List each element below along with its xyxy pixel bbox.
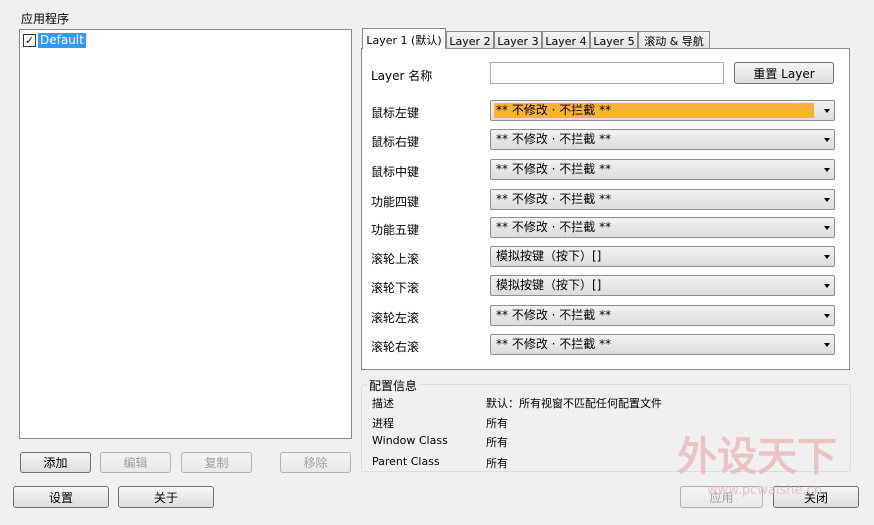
chevron-down-icon	[824, 226, 830, 230]
chevron-down-icon	[824, 284, 830, 288]
checkbox-default[interactable]: ✓	[23, 33, 36, 47]
tab-layer-2[interactable]: Layer 2	[446, 31, 494, 49]
mapping-value: ** 不修改 · 不拦截 **	[496, 337, 612, 351]
tab-layer-3[interactable]: Layer 3	[494, 31, 542, 49]
app-listbox[interactable]: ✓ Default	[19, 29, 352, 439]
mapping-select-button-5[interactable]: ** 不修改 · 不拦截 **	[490, 217, 835, 238]
chevron-down-icon	[824, 255, 830, 259]
mapping-select-wheel-up[interactable]: 模拟按键（按下）[]	[490, 246, 835, 267]
mapping-label-middle-button: 鼠标中键	[371, 165, 420, 179]
chevron-down-icon	[824, 343, 830, 347]
info-value-process: 所有	[486, 417, 508, 430]
chevron-down-icon	[824, 314, 830, 318]
chevron-down-icon	[824, 138, 830, 142]
info-key-parent-class: Parent Class	[372, 455, 440, 468]
info-value-parent-class: 所有	[486, 457, 508, 470]
layer-name-input[interactable]	[490, 62, 724, 84]
mapping-select-left-button[interactable]: ** 不修改 · 不拦截 **	[490, 100, 835, 121]
mapping-label-wheel-down: 滚轮下滚	[371, 281, 420, 295]
mapping-label-button-5: 功能五键	[371, 223, 420, 237]
edit-button[interactable]: 编辑	[100, 452, 171, 473]
mapping-select-wheel-right[interactable]: ** 不修改 · 不拦截 **	[490, 334, 835, 355]
mapping-value: ** 不修改 · 不拦截 **	[496, 132, 612, 146]
watermark-url: www.pcwaishe.cn	[707, 483, 822, 498]
watermark-text: 外设天下	[677, 434, 837, 480]
config-info-title: 配置信息	[367, 377, 420, 394]
chevron-down-icon	[824, 198, 830, 202]
settings-button[interactable]: 设置	[13, 486, 109, 508]
mapping-label-button-4: 功能四键	[371, 195, 420, 209]
mapping-label-left-button: 鼠标左键	[371, 106, 420, 120]
about-button[interactable]: 关于	[118, 486, 214, 508]
app-group-title: 应用程序	[19, 10, 72, 27]
tab-layer-5[interactable]: Layer 5	[590, 31, 638, 49]
mapping-select-button-4[interactable]: ** 不修改 · 不拦截 **	[490, 189, 835, 210]
info-value-window-class: 所有	[486, 436, 508, 449]
mapping-value: ** 不修改 · 不拦截 **	[496, 162, 612, 176]
chevron-down-icon	[824, 109, 830, 113]
info-key-process: 进程	[372, 417, 394, 430]
mapping-label-wheel-up: 滚轮上滚	[371, 252, 420, 266]
info-value-description: 默认：所有视窗不匹配任何配置文件	[486, 397, 662, 410]
info-key-window-class: Window Class	[372, 434, 448, 447]
list-item-label: Default	[38, 32, 86, 48]
mapping-select-wheel-left[interactable]: ** 不修改 · 不拦截 **	[490, 305, 835, 326]
mapping-value: ** 不修改 · 不拦截 **	[496, 308, 612, 322]
tab-scroll-nav[interactable]: 滚动 & 导航	[638, 31, 710, 49]
mapping-select-wheel-down[interactable]: 模拟按键（按下）[]	[490, 275, 835, 296]
mapping-value: 模拟按键（按下）[]	[496, 249, 602, 263]
tab-layer-4[interactable]: Layer 4	[542, 31, 590, 49]
remove-button[interactable]: 移除	[280, 452, 351, 473]
copy-button[interactable]: 复制	[181, 452, 252, 473]
chevron-down-icon	[824, 168, 830, 172]
mapping-label-wheel-left: 滚轮左滚	[371, 311, 420, 325]
info-key-description: 描述	[372, 397, 394, 410]
list-item[interactable]: ✓ Default	[23, 32, 86, 48]
layer-name-label: Layer 名称	[371, 69, 433, 83]
tab-layer-1[interactable]: Layer 1 (默认)	[362, 28, 446, 49]
mapping-select-middle-button[interactable]: ** 不修改 · 不拦截 **	[490, 159, 835, 180]
mapping-value: ** 不修改 · 不拦截 **	[494, 103, 814, 118]
mapping-label-right-button: 鼠标右键	[371, 135, 420, 149]
mapping-label-wheel-right: 滚轮右滚	[371, 340, 420, 354]
watermark-logo: 外设天下 www.pcwaishe.cn	[672, 428, 862, 498]
reset-layer-button[interactable]: 重置 Layer	[734, 62, 834, 84]
mapping-value: ** 不修改 · 不拦截 **	[496, 220, 612, 234]
watermark-graphic: 外设天下 www.pcwaishe.cn	[677, 434, 837, 498]
mapping-value: ** 不修改 · 不拦截 **	[496, 192, 612, 206]
add-button[interactable]: 添加	[20, 452, 91, 473]
mapping-value: 模拟按键（按下）[]	[496, 278, 602, 292]
mapping-select-right-button[interactable]: ** 不修改 · 不拦截 **	[490, 129, 835, 150]
